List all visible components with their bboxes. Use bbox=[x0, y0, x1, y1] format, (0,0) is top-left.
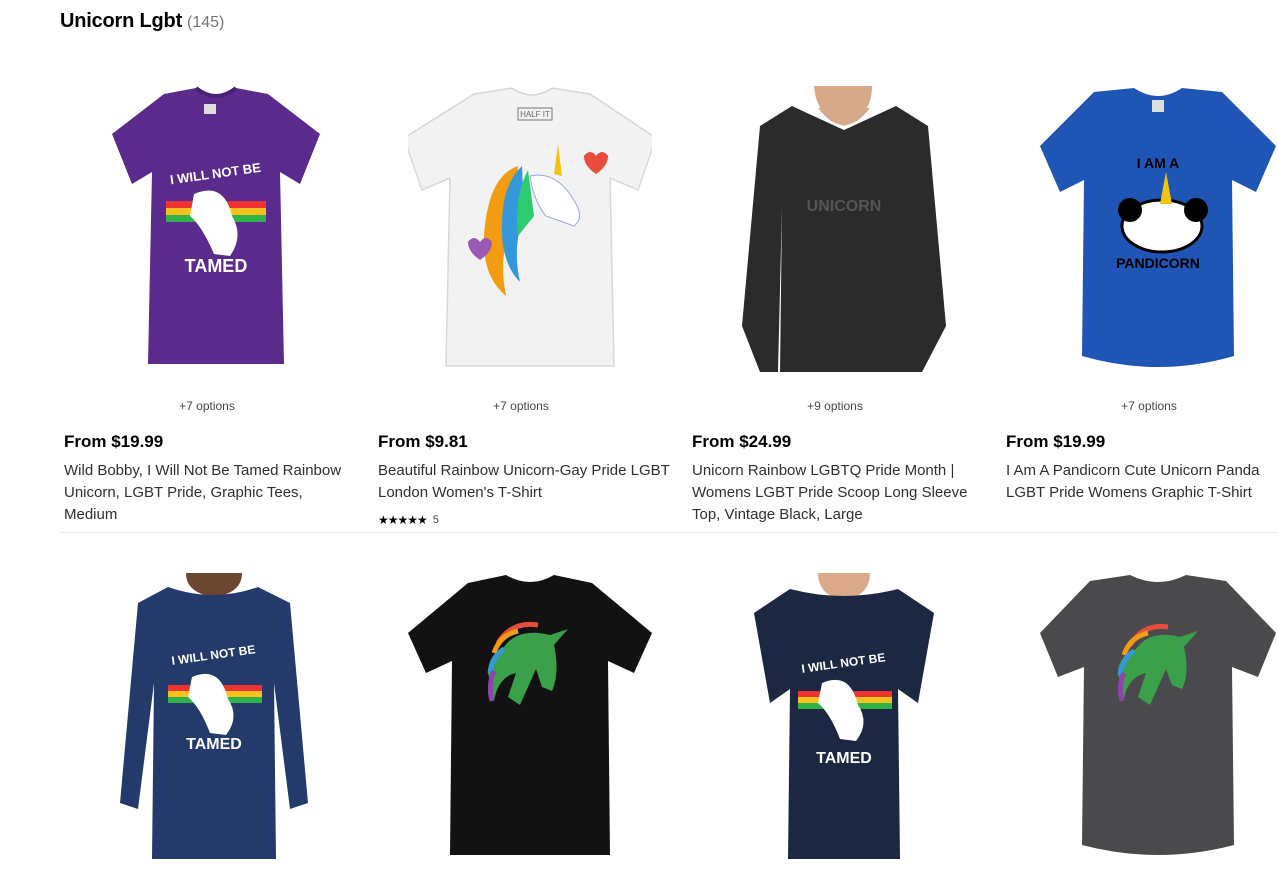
product-title-link[interactable]: I Am A Pandicorn Cute Unicorn Panda LGBT… bbox=[1006, 460, 1276, 504]
svg-text:TAMED: TAMED bbox=[186, 736, 242, 753]
product-card[interactable] bbox=[1002, 573, 1278, 873]
product-image[interactable]: I AM A PANDICORN bbox=[1036, 86, 1278, 372]
product-card[interactable]: I WILL NOT BE TAMED bbox=[688, 573, 1002, 873]
product-price: From $9.81 bbox=[378, 432, 468, 451]
product-card[interactable]: I WILL NOT BE TAMED bbox=[60, 573, 374, 873]
svg-text:TAMED: TAMED bbox=[816, 750, 872, 767]
svg-text:HALF IT: HALF IT bbox=[520, 110, 550, 119]
unicorn-print-icon: I WILL NOT BE TAMED bbox=[112, 86, 320, 364]
product-title-link[interactable]: Unicorn Rainbow LGBTQ Pride Month | Wome… bbox=[692, 460, 984, 526]
product-price: From $19.99 bbox=[64, 432, 164, 451]
product-price: From $19.99 bbox=[1006, 432, 1106, 451]
product-card[interactable] bbox=[374, 573, 688, 873]
model-long-sleeve-icon: UNICORN bbox=[722, 86, 966, 372]
star-rating-icon: ★★★★★ bbox=[378, 513, 428, 527]
rainbow-unicorn-silhouette-icon bbox=[408, 575, 652, 855]
svg-text:I AM A: I AM A bbox=[1137, 155, 1180, 171]
product-options[interactable]: +7 options bbox=[60, 399, 354, 413]
product-image[interactable]: I WILL NOT BE TAMED bbox=[94, 86, 338, 372]
product-options[interactable]: +9 options bbox=[688, 399, 982, 413]
product-image[interactable] bbox=[408, 573, 652, 859]
product-image[interactable]: HALF IT bbox=[408, 86, 652, 372]
page-title: Unicorn Lgbt bbox=[60, 10, 183, 32]
product-image[interactable] bbox=[1036, 573, 1278, 859]
product-row: I WILL NOT BE TAMED +7 options From $19.… bbox=[60, 86, 1278, 533]
product-options[interactable]: +7 options bbox=[1002, 399, 1278, 413]
product-card[interactable]: UNICORN +9 options From $24.99 Unicorn R… bbox=[688, 86, 1002, 532]
panda-unicorn-icon: I AM A PANDICORN bbox=[1040, 88, 1276, 367]
product-rating[interactable]: ★★★★★ 5 bbox=[378, 513, 439, 527]
review-count: 5 bbox=[432, 514, 439, 526]
product-grid: I WILL NOT BE TAMED +7 options From $19.… bbox=[60, 86, 1278, 873]
product-title-link[interactable]: Beautiful Rainbow Unicorn-Gay Pride LGBT… bbox=[378, 460, 670, 504]
product-card[interactable]: I WILL NOT BE TAMED +7 options From $19.… bbox=[60, 86, 374, 532]
product-options[interactable]: +7 options bbox=[374, 399, 668, 413]
rainbow-unicorn-head-icon: HALF IT bbox=[408, 87, 652, 367]
svg-text:TAMED: TAMED bbox=[185, 256, 248, 276]
product-row: I WILL NOT BE TAMED I WILL NOT BE TAMED bbox=[60, 573, 1278, 873]
page-header: Unicorn Lgbt (145) bbox=[60, 10, 224, 33]
product-image[interactable]: I WILL NOT BE TAMED bbox=[722, 573, 966, 859]
product-image[interactable]: UNICORN bbox=[722, 86, 966, 372]
svg-text:UNICORN: UNICORN bbox=[807, 198, 882, 215]
product-image[interactable]: I WILL NOT BE TAMED bbox=[94, 573, 338, 859]
model-long-sleeve-icon: I WILL NOT BE TAMED bbox=[120, 573, 308, 859]
model-tshirt-icon: I WILL NOT BE TAMED bbox=[754, 573, 934, 859]
result-count: (145) bbox=[187, 14, 225, 31]
product-price: From $24.99 bbox=[692, 432, 792, 451]
svg-text:PANDICORN: PANDICORN bbox=[1116, 255, 1200, 271]
rainbow-unicorn-silhouette-icon bbox=[1040, 575, 1276, 855]
product-card[interactable]: I AM A PANDICORN +7 options From $19.99 … bbox=[1002, 86, 1278, 532]
product-card[interactable]: HALF IT +7 options From $9.81 Beautiful … bbox=[374, 86, 688, 532]
product-title-link[interactable]: Wild Bobby, I Will Not Be Tamed Rainbow … bbox=[64, 460, 356, 526]
